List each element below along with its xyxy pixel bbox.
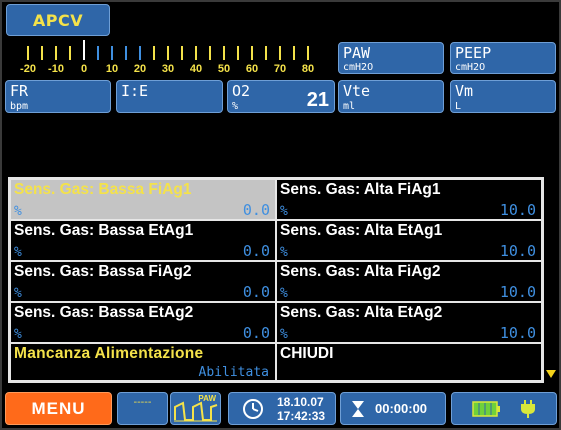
alarm-cell-low-etag2[interactable]: Sens. Gas: Bassa EtAg2 % 0.0 (10, 302, 276, 343)
alarm-settings-table: Sens. Gas: Bassa FiAg1 % 0.0 Sens. Gas: … (8, 177, 544, 383)
alarm-label: Sens. Gas: Alta EtAg2 (280, 304, 443, 321)
scale-label: 60 (245, 63, 259, 75)
plug-icon (521, 400, 535, 418)
scale-label: 50 (217, 63, 231, 75)
scale-label: 20 (133, 63, 147, 75)
alarm-unit: % (14, 204, 22, 219)
alarm-unit: % (280, 204, 288, 219)
alarm-label: Sens. Gas: Bassa EtAg1 (14, 222, 194, 239)
power-failure-label: Mancanza Alimentazione (14, 345, 204, 362)
paw-tile[interactable]: PAW cmH2O (338, 42, 444, 74)
alarm-value: 0.0 (242, 283, 270, 301)
pressure-scale-ticks (27, 40, 309, 60)
scale-label: 0 (80, 63, 88, 75)
scale-label: 80 (301, 63, 315, 75)
date-time-button[interactable]: 18.10.07 17:42:33 (228, 392, 336, 425)
alarm-label: Sens. Gas: Bassa FiAg2 (14, 263, 192, 280)
alarm-label: Sens. Gas: Alta FiAg1 (280, 181, 441, 198)
vte-name: Vte (343, 82, 371, 100)
clock-icon (243, 399, 263, 419)
ie-tile[interactable]: I:E (116, 80, 223, 113)
o2-unit: % (232, 101, 239, 112)
alarm-cell-high-etag2[interactable]: Sens. Gas: Alta EtAg2 % 10.0 (276, 302, 542, 343)
dashes-text: ----- (133, 397, 152, 408)
alarm-value: 0.0 (242, 201, 270, 219)
pressure-scale: -20 -10 0 10 20 30 40 50 60 70 80 (14, 38, 324, 80)
scale-label: -20 (20, 63, 36, 75)
power-status-button[interactable] (451, 392, 557, 425)
alarm-unit: % (280, 327, 288, 342)
date-text: 18.10.07 (277, 395, 324, 409)
alarm-cell-low-fiag1[interactable]: Sens. Gas: Bassa FiAg1 % 0.0 (10, 179, 276, 220)
scale-label: 70 (273, 63, 287, 75)
scale-label: 30 (161, 63, 175, 75)
vte-tile[interactable]: Vte ml (338, 80, 444, 113)
power-failure-status: Abilitata (198, 365, 269, 380)
fr-unit: bpm (10, 101, 29, 112)
alarm-label: Sens. Gas: Alta FiAg2 (280, 263, 441, 280)
alarm-unit: % (14, 327, 22, 342)
paw-unit: cmH2O (343, 62, 374, 73)
battery-icon (472, 401, 500, 417)
timer-button[interactable]: 00:00:00 (340, 392, 446, 425)
ie-name: I:E (121, 82, 149, 100)
alarm-cell-low-fiag2[interactable]: Sens. Gas: Bassa FiAg2 % 0.0 (10, 261, 276, 302)
vm-tile[interactable]: Vm L (450, 80, 556, 113)
scale-label: 40 (189, 63, 203, 75)
alarm-cell-high-fiag2[interactable]: Sens. Gas: Alta FiAg2 % 10.0 (276, 261, 542, 302)
alarm-value: 0.0 (242, 324, 270, 342)
ventilation-mode-button[interactable]: APCV (6, 4, 110, 36)
timer-text: 00:00:00 (375, 401, 428, 416)
alarm-label: Sens. Gas: Bassa EtAg2 (14, 304, 194, 321)
o2-value: 21 (306, 89, 329, 111)
scroll-down-icon[interactable] (546, 370, 556, 378)
vte-unit: ml (343, 101, 356, 112)
hourglass-icon (352, 401, 364, 417)
close-label: CHIUDI (280, 345, 334, 362)
o2-name: O2 (232, 82, 251, 100)
paw-waveform-button[interactable]: PAW (170, 392, 221, 425)
vm-unit: L (455, 101, 462, 112)
close-button[interactable]: CHIUDI (276, 343, 542, 381)
alarm-value: 10.0 (499, 201, 536, 219)
alarm-cell-high-fiag1[interactable]: Sens. Gas: Alta FiAg1 % 10.0 (276, 179, 542, 220)
alarm-unit: % (280, 286, 288, 301)
alarm-cell-high-etag1[interactable]: Sens. Gas: Alta EtAg1 % 10.0 (276, 220, 542, 261)
alarm-value: 10.0 (499, 283, 536, 301)
fr-tile[interactable]: FR bpm (5, 80, 111, 113)
vm-name: Vm (455, 82, 474, 100)
alarm-unit: % (14, 286, 22, 301)
alarm-value: 0.0 (242, 242, 270, 260)
o2-tile[interactable]: O2 % 21 (227, 80, 335, 113)
peep-tile[interactable]: PEEP cmH2O (450, 42, 556, 74)
alarm-unit: % (14, 245, 22, 260)
fr-name: FR (10, 82, 29, 100)
menu-button[interactable]: MENU (5, 392, 112, 425)
alarm-value: 10.0 (499, 324, 536, 342)
alarm-value: 10.0 (499, 242, 536, 260)
waveform-icon (174, 401, 218, 422)
alarm-cell-low-etag1[interactable]: Sens. Gas: Bassa EtAg1 % 0.0 (10, 220, 276, 261)
time-text: 17:42:33 (277, 409, 326, 423)
scale-label: 10 (105, 63, 119, 75)
status-dashes-button[interactable]: ----- (117, 392, 168, 425)
paw-name: PAW (343, 44, 371, 62)
peep-name: PEEP (455, 44, 492, 62)
alarm-label: Sens. Gas: Bassa FiAg1 (14, 181, 192, 198)
alarm-label: Sens. Gas: Alta EtAg1 (280, 222, 443, 239)
power-failure-alarm-cell[interactable]: Mancanza Alimentazione Abilitata (10, 343, 276, 381)
peep-unit: cmH2O (455, 62, 486, 73)
scale-label: -10 (48, 63, 64, 75)
alarm-unit: % (280, 245, 288, 260)
